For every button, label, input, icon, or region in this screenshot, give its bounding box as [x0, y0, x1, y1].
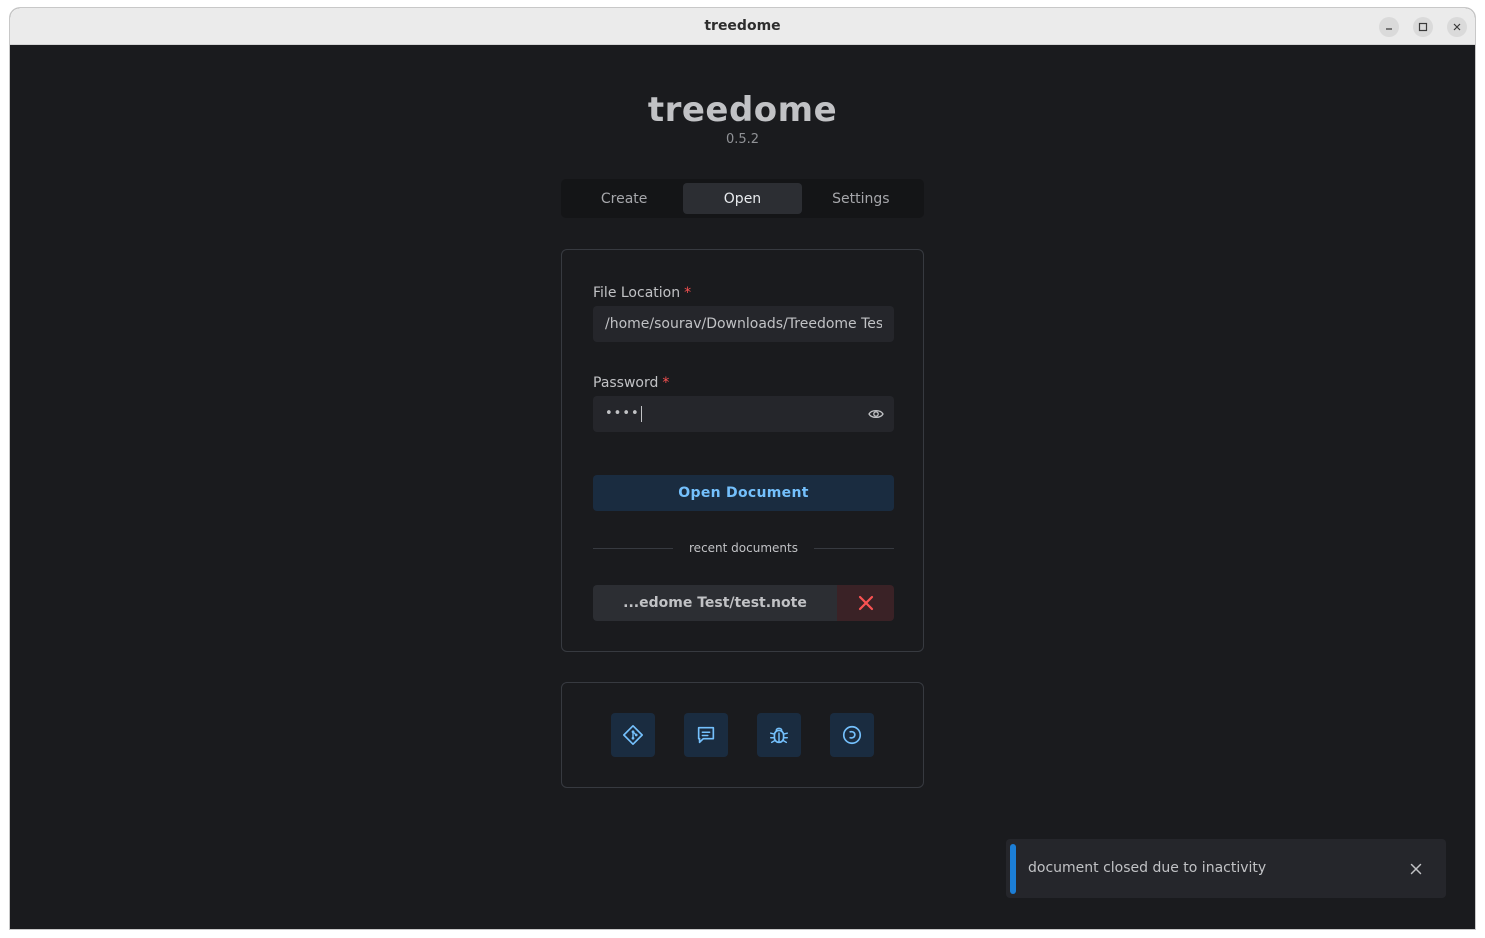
app-title: treedome [647, 90, 838, 130]
app-window: treedome treedome 0.5.2 Create Open Sett… [10, 8, 1475, 929]
title-bar: treedome [10, 8, 1475, 45]
close-icon [1410, 863, 1422, 875]
text-caret [640, 405, 642, 422]
app-version: 0.5.2 [725, 132, 760, 147]
divider-line [593, 547, 674, 549]
tab-open[interactable]: Open [683, 183, 802, 214]
required-mark: * [662, 375, 670, 391]
close-icon [858, 595, 873, 611]
open-document-card: File Location* Password* •••• Open Docum… [561, 249, 924, 652]
minimize-button[interactable] [1379, 17, 1399, 37]
donate-button[interactable] [830, 713, 874, 757]
toast-accent-bar [1010, 844, 1016, 894]
maximize-icon [1418, 22, 1428, 32]
remove-recent-button[interactable] [837, 585, 894, 621]
bug-icon [770, 727, 788, 744]
toast-message: document closed due to inactivity [1028, 860, 1267, 876]
report-bug-button[interactable] [757, 713, 801, 757]
mode-tabs: Create Open Settings [561, 179, 924, 218]
password-dots: •••• [605, 406, 640, 421]
close-window-button[interactable] [1447, 17, 1467, 37]
tab-settings[interactable]: Settings [802, 183, 920, 214]
divider-line [813, 547, 894, 549]
required-mark: * [684, 285, 692, 301]
file-location-input[interactable] [593, 306, 894, 342]
git-repo-button[interactable] [611, 713, 655, 757]
password-input[interactable]: •••• [593, 396, 894, 432]
donate-icon [842, 725, 862, 745]
recent-documents-heading: recent documents [689, 541, 798, 555]
recent-document-item: ...edome Test/test.note [593, 585, 894, 621]
file-location-label: File Location * [593, 285, 691, 301]
tab-create[interactable]: Create [565, 183, 683, 214]
minimize-icon [1386, 28, 1392, 30]
close-icon [1453, 23, 1461, 31]
recent-document-button[interactable]: ...edome Test/test.note [593, 585, 837, 621]
password-label: Password * [593, 375, 669, 391]
window-title: treedome [704, 18, 781, 34]
recent-documents-divider: recent documents [593, 540, 894, 556]
links-card [561, 682, 924, 788]
password-label-text: Password [593, 375, 659, 391]
notification-toast: document closed due to inactivity [1006, 839, 1446, 898]
file-location-label-text: File Location [593, 285, 681, 301]
toast-close-button[interactable] [1408, 861, 1424, 877]
discussion-button[interactable] [684, 713, 728, 757]
maximize-button[interactable] [1413, 17, 1433, 37]
git-icon [623, 725, 643, 745]
eye-icon[interactable] [868, 406, 884, 422]
password-mask: •••• [605, 396, 642, 432]
chat-icon [697, 726, 715, 744]
open-document-button[interactable]: Open Document [593, 475, 894, 511]
